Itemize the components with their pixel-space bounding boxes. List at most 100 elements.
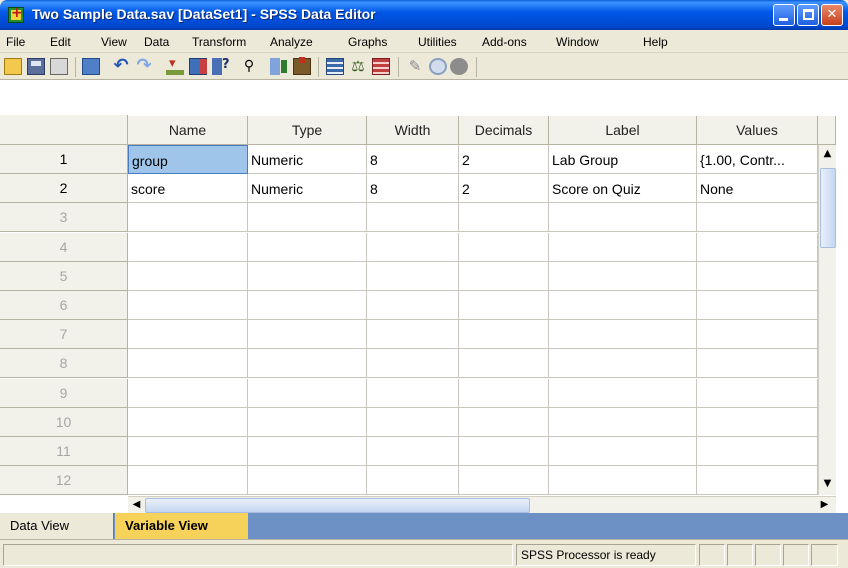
row-number[interactable]: 7 xyxy=(0,320,128,349)
recall-dialog-icon[interactable] xyxy=(82,58,100,75)
undo-icon[interactable]: ↶ xyxy=(112,57,130,75)
menu-analyze[interactable]: Analyze xyxy=(270,35,313,49)
cell-label[interactable] xyxy=(549,320,697,349)
cell-values[interactable] xyxy=(697,291,818,320)
cell-type[interactable] xyxy=(248,320,367,349)
maximize-button[interactable] xyxy=(797,4,819,26)
cell-label[interactable] xyxy=(549,291,697,320)
cell-decimals[interactable] xyxy=(459,379,549,408)
cell-label[interactable]: Score on Quiz xyxy=(549,174,697,203)
weight-cases-icon[interactable]: ⚖ xyxy=(349,58,367,75)
scroll-right-icon[interactable]: ▶ xyxy=(816,496,833,514)
vertical-scrollbar[interactable]: ▲ ▼ xyxy=(818,145,836,495)
row-number[interactable]: 4 xyxy=(0,233,128,262)
cell-decimals[interactable] xyxy=(459,349,549,378)
spss-app-icon[interactable] xyxy=(8,5,24,23)
menu-help[interactable]: Help xyxy=(643,35,668,49)
cell-values[interactable] xyxy=(697,437,818,466)
cell-type[interactable] xyxy=(248,233,367,262)
cell-width[interactable] xyxy=(367,349,459,378)
horizontal-scrollbar[interactable]: ◀ ▶ xyxy=(128,496,836,513)
cell-width[interactable] xyxy=(367,203,459,232)
cell-label[interactable]: Lab Group xyxy=(549,145,697,174)
column-header-type[interactable]: Type xyxy=(248,116,367,145)
close-button[interactable]: ✕ xyxy=(821,4,843,26)
cell-label[interactable] xyxy=(549,262,697,291)
cell-width[interactable] xyxy=(367,466,459,495)
print-icon[interactable] xyxy=(50,58,68,75)
find-icon[interactable]: ⚲ xyxy=(240,58,258,75)
cell-values[interactable] xyxy=(697,466,818,495)
use-sets-icon[interactable] xyxy=(429,58,447,75)
cell-label[interactable] xyxy=(549,233,697,262)
menu-view[interactable]: View xyxy=(101,35,127,49)
cell-decimals[interactable] xyxy=(459,291,549,320)
row-number[interactable]: 5 xyxy=(0,262,128,291)
tab-variable-view[interactable]: Variable View xyxy=(115,513,248,539)
show-all-variables-icon[interactable] xyxy=(450,58,468,75)
cell-decimals[interactable]: 2 xyxy=(459,174,549,203)
cell-width[interactable]: 8 xyxy=(367,174,459,203)
cell-decimals[interactable]: 2 xyxy=(459,145,549,174)
cell-values[interactable] xyxy=(697,408,818,437)
column-header-values[interactable]: Values xyxy=(697,116,818,145)
menu-transform[interactable]: Transform xyxy=(192,35,246,49)
menu-graphs[interactable]: Graphs xyxy=(348,35,387,49)
column-header-label[interactable]: Label xyxy=(549,116,697,145)
cell-decimals[interactable] xyxy=(459,203,549,232)
row-number[interactable]: 8 xyxy=(0,349,128,378)
row-number[interactable]: 10 xyxy=(0,408,128,437)
cell-name[interactable] xyxy=(128,437,248,466)
cell-name-selected[interactable]: group xyxy=(128,145,248,174)
scroll-left-icon[interactable]: ◀ xyxy=(128,496,145,514)
redo-icon[interactable]: ↷ xyxy=(135,57,153,75)
row-number[interactable]: 9 xyxy=(0,379,128,408)
insert-variable-icon[interactable] xyxy=(293,57,311,75)
menu-utilities[interactable]: Utilities xyxy=(418,35,457,49)
cell-type[interactable] xyxy=(248,437,367,466)
cell-type[interactable]: Numeric xyxy=(248,174,367,203)
cell-name[interactable] xyxy=(128,233,248,262)
cell-name[interactable] xyxy=(128,262,248,291)
cell-name[interactable] xyxy=(128,291,248,320)
cell-values[interactable] xyxy=(697,233,818,262)
cell-decimals[interactable] xyxy=(459,262,549,291)
row-number[interactable]: 2 xyxy=(0,174,128,203)
cell-type[interactable] xyxy=(248,203,367,232)
cell-decimals[interactable] xyxy=(459,408,549,437)
scroll-down-icon[interactable]: ▼ xyxy=(819,475,836,493)
cell-type[interactable] xyxy=(248,291,367,320)
cell-label[interactable] xyxy=(549,437,697,466)
cell-type[interactable] xyxy=(248,262,367,291)
cell-label[interactable] xyxy=(549,203,697,232)
cell-width[interactable]: 8 xyxy=(367,145,459,174)
menu-edit[interactable]: Edit xyxy=(50,35,71,49)
cell-values[interactable]: {1.00, Contr... xyxy=(697,145,818,174)
save-icon[interactable] xyxy=(27,58,45,75)
cell-width[interactable] xyxy=(367,379,459,408)
cell-decimals[interactable] xyxy=(459,466,549,495)
cell-width[interactable] xyxy=(367,320,459,349)
value-labels-icon[interactable]: ✎ xyxy=(406,58,424,75)
help-icon[interactable] xyxy=(212,57,230,75)
cell-type[interactable]: Numeric xyxy=(248,145,367,174)
column-header-decimals[interactable]: Decimals xyxy=(459,116,549,145)
cell-values[interactable] xyxy=(697,203,818,232)
cell-name[interactable] xyxy=(128,408,248,437)
split-file-icon[interactable] xyxy=(326,58,344,75)
cell-name[interactable]: score xyxy=(128,174,248,203)
menu-add-ons[interactable]: Add-ons xyxy=(482,35,527,49)
cell-type[interactable] xyxy=(248,466,367,495)
variables-icon[interactable] xyxy=(189,58,207,75)
row-number[interactable]: 1 xyxy=(0,145,128,174)
row-number[interactable]: 11 xyxy=(0,437,128,466)
column-header-name[interactable]: Name xyxy=(128,116,248,145)
menu-file[interactable]: File xyxy=(6,35,25,49)
cell-values[interactable] xyxy=(697,379,818,408)
minimize-button[interactable] xyxy=(773,4,795,26)
cell-width[interactable] xyxy=(367,291,459,320)
select-cases-icon[interactable] xyxy=(372,58,390,75)
row-number[interactable]: 12 xyxy=(0,466,128,495)
cell-width[interactable] xyxy=(367,437,459,466)
cell-decimals[interactable] xyxy=(459,233,549,262)
